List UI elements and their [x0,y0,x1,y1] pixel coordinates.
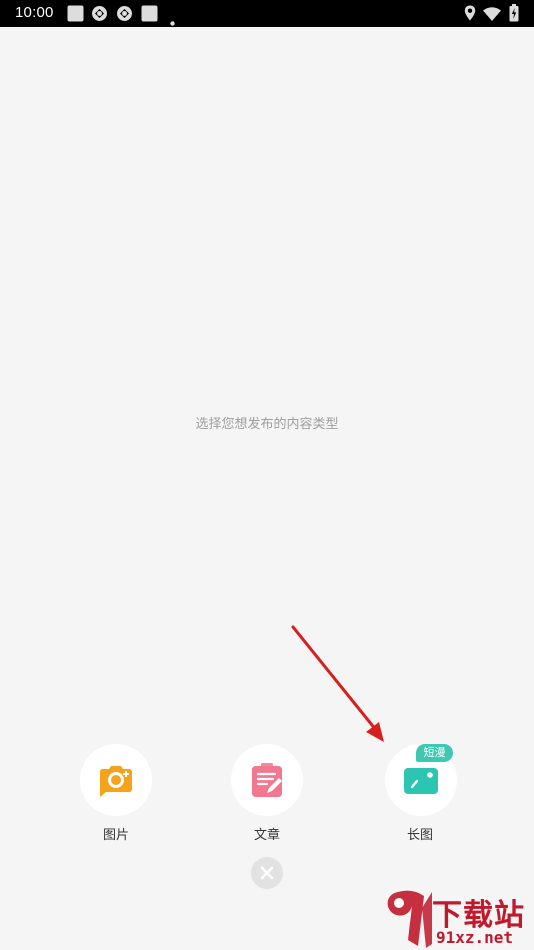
camera-icon [100,766,132,797]
status-bar: 10:00 [0,0,534,27]
square-notification-icon [67,5,84,26]
picture-button[interactable] [80,744,152,816]
option-picture[interactable]: 图片 [65,744,165,844]
content-type-hint: 选择您想发布的内容类型 [195,417,339,432]
image-icon [404,768,438,794]
close-button[interactable] [251,857,283,889]
annotation-arrow [291,625,384,742]
sync-icon [91,5,108,26]
option-label: 图片 [102,828,129,843]
article-edit-icon [252,763,282,797]
watermark: 下载站 91xz.net [382,888,532,950]
option-article[interactable]: 文章 [216,744,316,844]
close-icon [260,866,274,880]
option-label: 文章 [253,828,280,843]
square-notification-icon [141,5,158,26]
comic-badge: 短漫 [416,744,453,762]
location-icon [464,5,476,25]
wifi-icon [483,6,501,25]
option-label: 长图 [406,828,433,843]
status-time: 10:00 [15,4,54,21]
sync-icon [116,5,133,26]
battery-icon [509,4,519,26]
article-button[interactable] [231,744,303,816]
watermark-logo-icon [387,890,432,948]
watermark-url: 91xz.net [436,928,514,947]
dot-icon [170,11,175,30]
